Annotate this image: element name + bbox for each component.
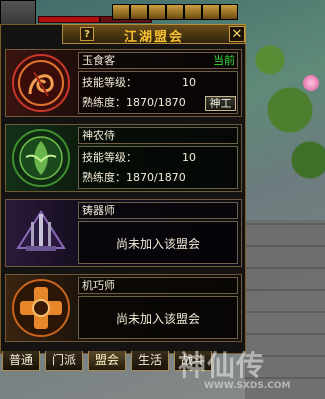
guild-name: 铸器师 (82, 204, 115, 217)
green-herb-emblem-icon (6, 125, 76, 191)
tab-life[interactable]: 生活 (131, 351, 169, 371)
tab-normal[interactable]: 普通 (2, 351, 40, 371)
tab-sect[interactable]: 门派 (45, 351, 83, 371)
skill-level-value: 10 (182, 76, 196, 89)
guild-card-forger[interactable]: 铸器师 尚未加入该盟会 (5, 199, 242, 267)
skill-level-row: 技能等级： 10 (82, 75, 196, 91)
guild-name-box: 铸器师 (78, 202, 238, 219)
proficiency-row: 熟练度：1870/1870 (82, 95, 186, 111)
guild-name: 神农侍 (82, 129, 115, 142)
skill-level-value: 10 (182, 151, 196, 164)
buff-icon[interactable] (130, 4, 148, 20)
current-status-badge: 当前 (213, 54, 235, 67)
guild-info-box: 技能等级： 10 熟练度：1870/1870 神工 (78, 71, 238, 114)
help-button[interactable]: ? (80, 27, 94, 41)
proficiency-value: 1870/1870 (126, 96, 186, 109)
guild-info-box: 技能等级： 10 熟练度：1870/1870 (78, 146, 238, 189)
skill-level-row: 技能等级： 10 (82, 150, 196, 166)
player-status-bar (0, 0, 325, 42)
buff-icon[interactable] (148, 4, 166, 20)
guild-card-herbalist[interactable]: 神农侍 技能等级： 10 熟练度：1870/1870 (5, 124, 242, 192)
panel-title: 江湖盟会 (123, 30, 184, 45)
guild-card-chef[interactable]: 玉食客 当前 技能等级： 10 熟练度：1870/1870 神工 (5, 49, 242, 117)
buff-icon[interactable] (112, 4, 130, 20)
proficiency-row: 熟练度：1870/1870 (82, 170, 186, 186)
guild-name-box: 机巧师 (78, 277, 238, 294)
buff-icon[interactable] (202, 4, 220, 20)
guild-name-box: 神农侍 (78, 127, 238, 144)
red-dragon-emblem-icon (6, 50, 76, 116)
proficiency-label: 熟练度： (82, 96, 126, 109)
buff-icon[interactable] (166, 4, 184, 20)
guild-name-box: 玉食客 当前 (78, 52, 238, 69)
divine-craft-button[interactable]: 神工 (205, 96, 236, 111)
orange-gear-emblem-icon (6, 275, 76, 341)
purple-weapons-emblem-icon (6, 200, 76, 266)
site-watermark: 神仙传 (178, 349, 266, 382)
guild-card-mechanist[interactable]: 机巧师 尚未加入该盟会 (5, 274, 242, 342)
buff-icon[interactable] (220, 4, 238, 20)
lotus-flower (303, 75, 319, 91)
tab-guild[interactable]: 盟会 (88, 351, 126, 371)
guild-info-box: 尚未加入该盟会 (78, 296, 238, 339)
skill-level-label: 技能等级： (82, 76, 137, 89)
close-button[interactable]: ✕ (229, 26, 245, 42)
guild-name: 玉食客 (82, 54, 115, 67)
health-bar (38, 16, 100, 23)
proficiency-label: 熟练度： (82, 171, 126, 184)
guild-name: 机巧师 (82, 279, 115, 292)
not-joined-text: 尚未加入该盟会 (115, 312, 200, 326)
buff-icon[interactable] (184, 4, 202, 20)
guild-info-box: 尚未加入该盟会 (78, 221, 238, 264)
not-joined-text: 尚未加入该盟会 (115, 237, 200, 251)
site-watermark-url: WWW.SXDS.COM (204, 381, 291, 391)
skill-level-label: 技能等级： (82, 151, 137, 164)
proficiency-value: 1870/1870 (126, 171, 186, 184)
